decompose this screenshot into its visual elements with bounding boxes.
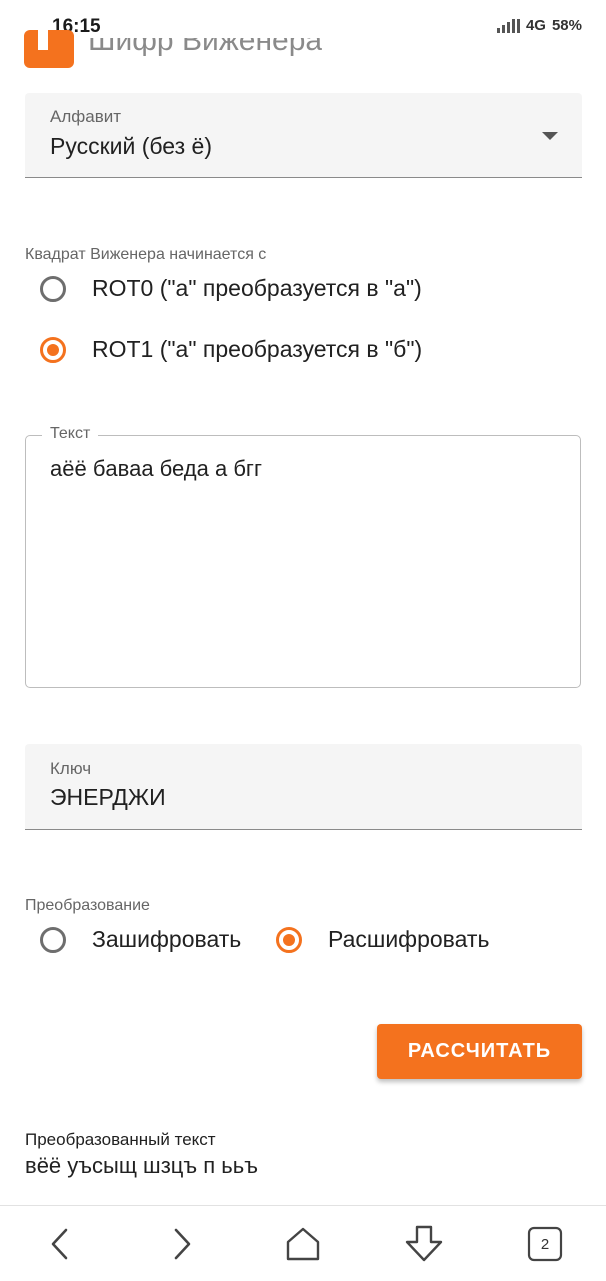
status-indicators: 4G 58% <box>496 17 582 34</box>
encrypt-label: Зашифровать <box>92 926 242 952</box>
home-icon <box>286 1227 320 1261</box>
bottom-navigation: 2 <box>0 1205 606 1281</box>
battery-level: 58% <box>551 17 582 34</box>
key-input[interactable]: Ключ ЭНЕРДЖИ <box>25 744 582 830</box>
encrypt-radio-option[interactable]: Зашифровать <box>40 926 241 953</box>
calculate-button[interactable]: РАССЧИТАТЬ <box>377 1024 582 1079</box>
rot0-label: ROT0 ("а" преобразуется в "а") <box>92 275 422 301</box>
alphabet-select[interactable]: Алфавит Русский (без ё) <box>25 93 582 178</box>
tabs-button[interactable]: 2 <box>521 1220 569 1268</box>
text-input-label: Текст <box>42 425 99 443</box>
encrypt-radio[interactable] <box>40 926 66 953</box>
key-label: Ключ <box>50 759 92 778</box>
square-section-label: Квадрат Виженера начинается с <box>25 246 267 263</box>
decrypt-label: Расшифровать <box>328 926 490 952</box>
download-button[interactable] <box>400 1220 448 1268</box>
select-arrow-icon <box>542 132 558 140</box>
alphabet-value: Русский (без ё) <box>50 133 212 159</box>
alphabet-label: Алфавит <box>50 107 122 126</box>
back-icon <box>51 1228 68 1260</box>
home-button[interactable] <box>279 1220 327 1268</box>
key-value: ЭНЕРДЖИ <box>50 784 166 810</box>
logo-mark <box>38 30 48 50</box>
result-label: Преобразованный текст <box>25 1130 216 1149</box>
forward-button[interactable] <box>158 1220 206 1268</box>
network-type: 4G <box>525 17 546 34</box>
decrypt-radio-option[interactable]: Расшифровать <box>274 926 489 953</box>
tab-count: 2 <box>540 1235 550 1253</box>
signal-icon <box>496 18 520 33</box>
download-icon <box>405 1225 443 1262</box>
rot1-radio[interactable] <box>40 336 66 363</box>
rot1-radio-option[interactable]: ROT1 ("а" преобразуется в "б") <box>40 336 422 363</box>
app-logo <box>24 30 74 68</box>
transform-section-label: Преобразование <box>25 897 150 914</box>
rot0-radio-option[interactable]: ROT0 ("а" преобразуется в "а") <box>40 275 422 302</box>
text-input-value: аёё бaваа беда а бгг <box>50 456 262 481</box>
decrypt-radio[interactable] <box>276 926 302 953</box>
back-button[interactable] <box>36 1220 84 1268</box>
forward-icon <box>174 1228 191 1260</box>
rot0-radio[interactable] <box>40 275 66 302</box>
rot1-label: ROT1 ("а" преобразуется в "б") <box>92 336 423 362</box>
result-value: вёё уъсыщ шзцъ п ььъ <box>25 1153 258 1178</box>
text-input[interactable]: Текст аёё бaваа беда а бгг <box>25 425 581 688</box>
